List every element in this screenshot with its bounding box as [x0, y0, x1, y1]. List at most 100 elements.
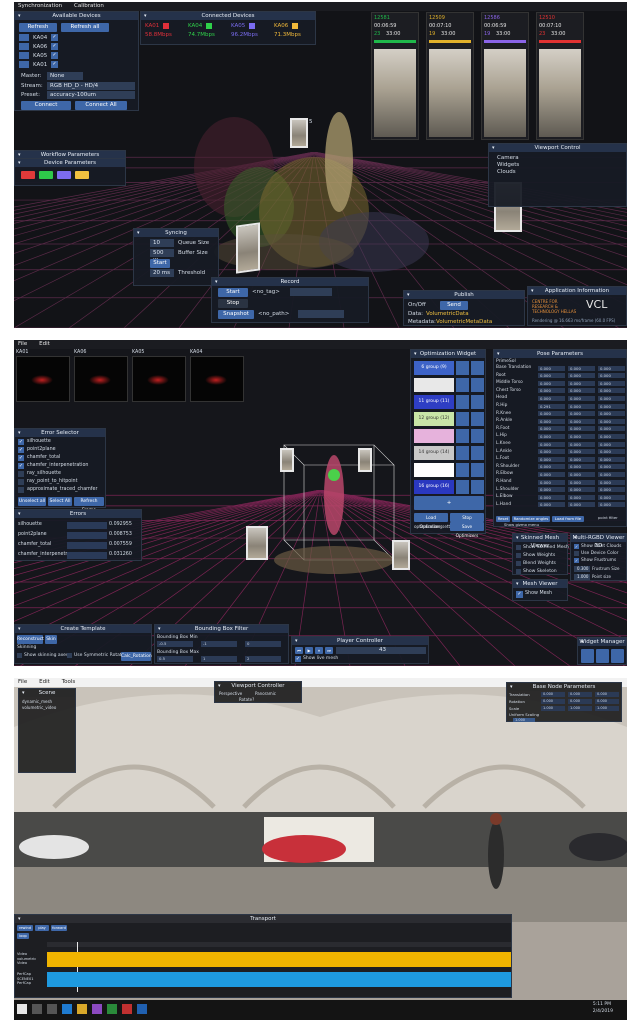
rewind-icon[interactable]: ⏮	[295, 647, 303, 654]
optimization-group-button[interactable]: 6 group (9)	[414, 361, 454, 375]
pose-value-input[interactable]: 0.000	[568, 449, 595, 455]
device-checkbox[interactable]: ✓	[51, 52, 58, 59]
pose-value-input[interactable]: 0.000	[568, 380, 595, 386]
pose-value-input[interactable]: 0.000	[598, 388, 625, 394]
pose-value-input[interactable]: 0.000	[568, 395, 595, 401]
depth-thumbnail[interactable]	[190, 356, 244, 402]
pose-value-input[interactable]: 0.000	[538, 373, 565, 379]
pose-value-input[interactable]: 0.000	[598, 471, 625, 477]
multi-rgbd-checkbox[interactable]	[574, 551, 579, 556]
group-settings-button[interactable]	[456, 463, 469, 477]
pose-value-input[interactable]: 0.291	[538, 403, 565, 409]
rewind-button[interactable]: rewind	[17, 925, 33, 931]
record-start-button[interactable]: Start	[218, 288, 248, 297]
pose-value-input[interactable]: 0.000	[568, 471, 595, 477]
group-remove-button[interactable]	[471, 378, 484, 392]
app-icon[interactable]	[122, 1004, 132, 1014]
snapshot-button[interactable]: Snapshot	[218, 310, 254, 319]
pose-value-input[interactable]: 0.000	[598, 365, 625, 371]
pose-value-input[interactable]: 0.000	[538, 494, 565, 500]
scene-item[interactable]: volumetric_video	[22, 704, 56, 712]
pose-value-input[interactable]: 0.000	[538, 502, 565, 508]
pose-value-input[interactable]: 0.000	[568, 373, 595, 379]
optimization-group-button[interactable]: 16 group (16)	[414, 480, 454, 494]
rotate-checkbox[interactable]: Rotate?	[239, 696, 254, 704]
camera-card[interactable]: 12581 00:06:59 23 33:00	[371, 12, 419, 140]
group-settings-button[interactable]	[456, 480, 469, 494]
pose-value-input[interactable]: 0.000	[598, 464, 625, 470]
pause-icon[interactable]: ⏸	[315, 647, 323, 654]
pose-value-input[interactable]: 0.000	[568, 403, 595, 409]
tag-input[interactable]	[290, 288, 332, 296]
refresh-button[interactable]: Refresh	[19, 23, 57, 32]
refresh-frame-button[interactable]: Refresh Frame	[74, 497, 104, 513]
device-checkbox[interactable]: ✓	[51, 43, 58, 50]
symmetric-rotation-checkbox[interactable]	[67, 653, 72, 658]
optimization-group-button[interactable]	[414, 429, 454, 443]
pose-value-input[interactable]: 0.000	[538, 418, 565, 424]
chart-icon[interactable]	[611, 649, 624, 663]
forward-icon[interactable]: ⏭	[325, 647, 333, 654]
optimization-group-button[interactable]	[414, 378, 454, 392]
skinned-checkbox[interactable]	[516, 569, 521, 574]
search-icon[interactable]	[32, 1004, 42, 1014]
buffer-size-input[interactable]: 500 Kbs	[150, 249, 174, 264]
select-all-button[interactable]: Select All	[48, 497, 72, 506]
menu-calibration[interactable]: Calibration	[74, 2, 104, 11]
threshold-input[interactable]: 20 ms	[150, 269, 174, 277]
path-input[interactable]	[298, 310, 344, 318]
pose-value-input[interactable]: 0.000	[598, 494, 625, 500]
pose-value-input[interactable]: 0.000	[598, 456, 625, 462]
group-settings-button[interactable]	[456, 361, 469, 375]
pose-value-input[interactable]: 0.000	[598, 433, 625, 439]
unselect-all-button[interactable]: Unselect all	[18, 497, 46, 506]
pose-value-input[interactable]: 0.000	[598, 426, 625, 432]
uniform-scaling-input[interactable]: 1.000	[513, 718, 535, 722]
track-clip[interactable]	[47, 952, 511, 967]
optimization-group-button[interactable]: 11 group (11)	[414, 395, 454, 409]
pose-value-input[interactable]: 0.000	[538, 433, 565, 439]
group-settings-button[interactable]	[456, 429, 469, 443]
node-param-input[interactable]: 1.000	[541, 706, 565, 711]
device-checkbox[interactable]: ✓	[51, 34, 58, 41]
stop-optimization-button[interactable]: Stop Optimization	[450, 513, 484, 529]
pose-value-input[interactable]: 0.000	[538, 456, 565, 462]
bbox-max-input[interactable]: 2	[245, 656, 281, 662]
gear-icon[interactable]	[596, 649, 609, 663]
optimization-group-button[interactable]: 12 group (12)	[414, 412, 454, 426]
panoramic-radio[interactable]: Panoramic	[255, 690, 276, 698]
pose-value-input[interactable]: 0.000	[538, 487, 565, 493]
skin-button[interactable]: Skin	[45, 635, 57, 644]
reconstruct-button[interactable]: Reconstruct	[17, 635, 44, 644]
device-parameters-button[interactable]	[21, 171, 35, 179]
stream-select[interactable]: RGB HD_D - HD/4	[47, 82, 135, 90]
pose-value-input[interactable]: 0.000	[568, 479, 595, 485]
queue-size-input[interactable]: 10	[150, 239, 174, 247]
track-clip[interactable]	[47, 972, 511, 987]
pose-value-input[interactable]: 0.000	[538, 388, 565, 394]
pose-value-input[interactable]: 0.000	[598, 449, 625, 455]
pose-value-input[interactable]: 0.000	[598, 418, 625, 424]
windows-start-icon[interactable]	[17, 1004, 27, 1014]
send-button[interactable]: Send	[440, 301, 468, 310]
node-param-input[interactable]: 1.000	[595, 706, 619, 711]
group-settings-button[interactable]	[456, 446, 469, 460]
pose-value-input[interactable]: 0.000	[568, 487, 595, 493]
pose-value-input[interactable]: 0.000	[598, 502, 625, 508]
pose-value-input[interactable]: 0.000	[538, 441, 565, 447]
error-checkbox[interactable]: ✓	[18, 463, 24, 469]
skinned-checkbox[interactable]	[516, 553, 521, 558]
node-param-input[interactable]: 0.000	[568, 692, 592, 697]
menu-synchronization[interactable]: Synchronization	[18, 2, 62, 11]
task-view-icon[interactable]	[47, 1004, 57, 1014]
connect-button[interactable]: Connect	[21, 101, 71, 110]
pose-value-input[interactable]: 0.000	[568, 441, 595, 447]
group-settings-button[interactable]	[456, 412, 469, 426]
app-icon[interactable]	[137, 1004, 147, 1014]
group-remove-button[interactable]	[471, 446, 484, 460]
menu-file[interactable]: File	[18, 678, 27, 687]
connect-all-button[interactable]: Connect All	[75, 101, 127, 110]
show-skinning-axes-checkbox[interactable]	[17, 653, 22, 658]
bbox-min-input[interactable]: 0	[245, 641, 281, 647]
device-parameters-button[interactable]	[39, 171, 53, 179]
